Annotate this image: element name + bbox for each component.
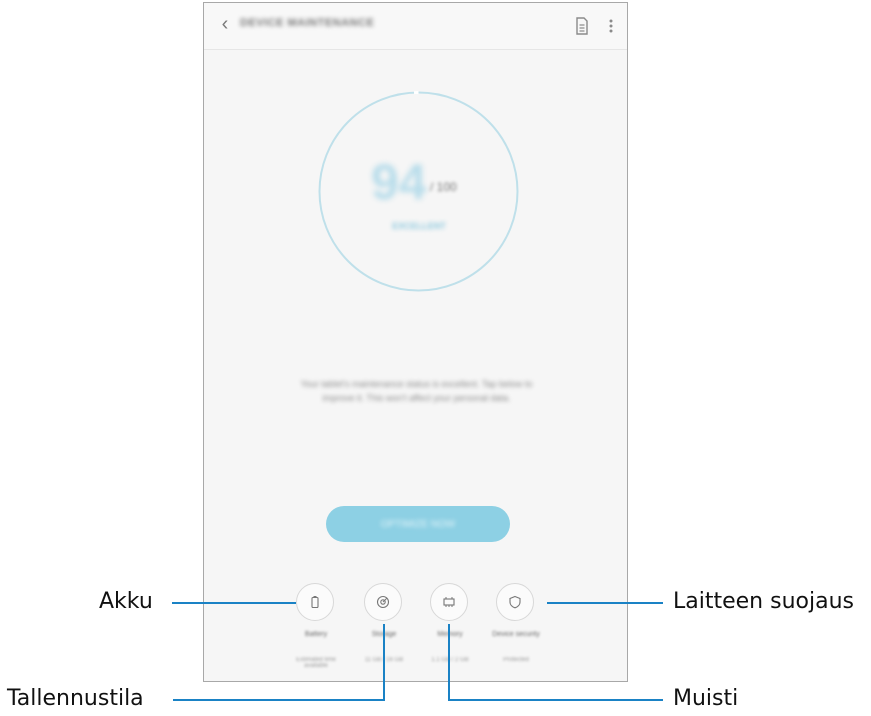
device-screen: ‹ DEVICE MAINTENANCE 94 / 100 EXCELLENT … — [203, 2, 628, 682]
memory-icon — [443, 597, 455, 607]
document-icon[interactable] — [574, 17, 590, 35]
battery-button[interactable] — [296, 583, 334, 621]
category-value: 11 GB / 16 GB — [364, 657, 404, 663]
category-label: Storage — [371, 631, 397, 638]
optimize-button[interactable]: OPTIMIZE NOW — [326, 506, 510, 542]
security-button[interactable] — [496, 583, 534, 621]
back-arrow-icon[interactable]: ‹ — [215, 14, 235, 34]
category-label: Memory — [437, 631, 463, 638]
optimize-button-label: OPTIMIZE NOW — [380, 518, 456, 530]
memory-button[interactable] — [430, 583, 468, 621]
score-max: / 100 — [430, 180, 457, 194]
category-value: Estimated time available — [296, 657, 336, 669]
callout-laitteen-suojaus: Laitteen suojaus — [673, 589, 854, 614]
status-message: Your tablet's maintenance status is exce… — [300, 379, 533, 403]
category-label: Device security — [492, 631, 540, 638]
category-value: 1.1 GB / 2 GB — [431, 657, 469, 663]
callout-akku: Akku — [99, 589, 153, 614]
category-value: Protected — [503, 657, 529, 663]
storage-button[interactable] — [364, 583, 402, 621]
app-bar: ‹ DEVICE MAINTENANCE — [204, 3, 627, 50]
app-title: DEVICE MAINTENANCE — [240, 17, 375, 29]
battery-icon — [311, 596, 319, 609]
status-text: EXCELLENT — [392, 221, 446, 231]
more-vertical-icon[interactable] — [606, 17, 616, 35]
score-value: 94 — [371, 154, 427, 210]
security-icon — [509, 595, 521, 609]
callout-muisti: Muisti — [673, 686, 739, 711]
storage-icon — [376, 595, 390, 609]
category-label: Battery — [304, 631, 328, 638]
callout-tallennustila: Tallennustila — [7, 686, 144, 711]
